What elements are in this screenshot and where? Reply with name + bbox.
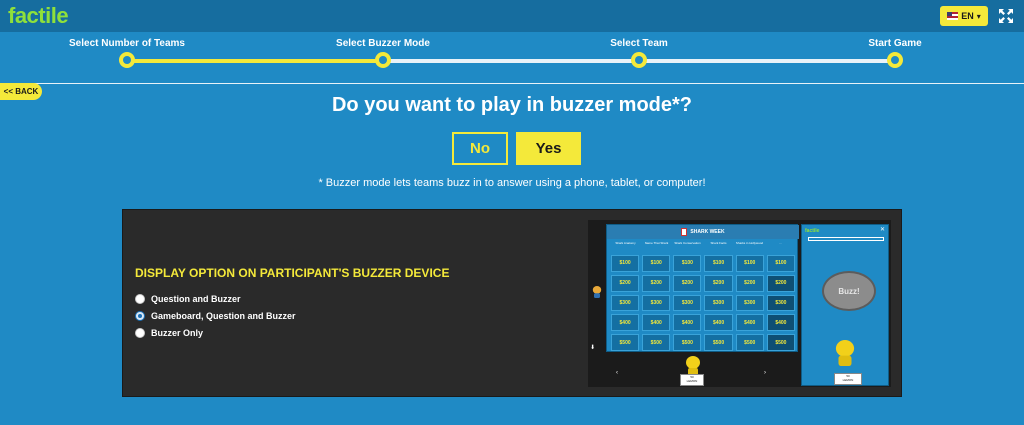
step-label-team: Select Team	[610, 38, 668, 49]
board-cell: $100	[673, 255, 702, 272]
board-cell: $400	[673, 314, 702, 332]
option-label: Gameboard, Question and Buzzer	[151, 311, 296, 321]
progress-track-completed	[127, 59, 383, 63]
close-icon: ✕	[879, 227, 885, 233]
step-dot-teams[interactable]	[119, 52, 135, 68]
board-cell: $500	[611, 334, 640, 351]
board-cell: $400	[735, 314, 764, 332]
board-cell: $500	[673, 334, 702, 351]
board-cell: $200	[735, 274, 764, 292]
step-label-teams: Select Number of Teams	[69, 38, 185, 49]
step-label-buzzer-mode: Select Buzzer Mode	[336, 38, 430, 49]
board-cell: $300	[642, 294, 671, 312]
yes-button[interactable]: Yes	[516, 132, 581, 165]
board-cell: $400	[611, 314, 640, 332]
board-cell: $200	[642, 274, 671, 292]
step-dot-team[interactable]	[631, 52, 647, 68]
option-label: Buzzer Only	[151, 328, 204, 338]
board-category: Name That Shark	[644, 241, 669, 245]
display-option-title: DISPLAY OPTION ON PARTICIPANT'S BUZZER D…	[135, 266, 450, 280]
board-category: ...	[779, 241, 782, 245]
team-tag: 50 LEMON	[834, 373, 862, 385]
chevron-down-icon: ▾	[976, 11, 981, 21]
buzz-button: Buzz!	[822, 271, 876, 311]
team-mascot-icon	[684, 356, 702, 376]
radio-question-and-buzzer[interactable]	[135, 294, 145, 304]
buzzer-preview-image: ⬇ SHARK WEEK Shark Anatomy Name That Sha…	[588, 220, 891, 387]
board-header: SHARK WEEK	[607, 225, 799, 239]
factile-logo[interactable]: factile	[8, 3, 69, 29]
team-name: LEMON	[842, 378, 854, 382]
board-cell: $300	[735, 294, 764, 312]
option-gameboard-question-buzzer[interactable]: Gameboard, Question and Buzzer	[135, 311, 296, 321]
board-cell: $200	[704, 274, 733, 292]
preview-buzzer-panel: factile ✕ Buzz! 50 LEMON	[801, 224, 889, 386]
team-name: LEMON	[686, 379, 698, 383]
board-title: SHARK WEEK	[690, 229, 725, 235]
chevron-right-icon: ›	[764, 370, 766, 376]
step-label-start-game: Start Game	[868, 38, 922, 49]
step-dot-buzzer-mode[interactable]	[375, 52, 391, 68]
team-mascot-icon	[833, 340, 856, 366]
team-mascot-icon	[592, 286, 603, 298]
chevron-left-icon: ‹	[616, 370, 618, 376]
board-cell: $300	[766, 294, 795, 312]
board-cell: $500	[642, 334, 671, 351]
download-icon: ⬇	[590, 345, 596, 351]
us-flag-icon	[947, 12, 959, 20]
board-cell: $200	[673, 274, 702, 292]
board-cell: $100	[735, 255, 764, 272]
option-label: Question and Buzzer	[151, 294, 241, 304]
board-grid: $100 $100 $100 $100 $100 $100 $200 $200 $200 $200…	[611, 255, 795, 351]
preview-gameboard: SHARK WEEK Shark Anatomy Name That Shark…	[606, 224, 799, 352]
language-selector[interactable]: EN ▾	[940, 6, 988, 26]
board-cell: $500	[704, 334, 733, 351]
board-category: Shark Anatomy	[615, 241, 636, 245]
page-question: Do you want to play in buzzer mode*?	[331, 94, 693, 116]
board-category: Shark Conservation	[674, 241, 701, 245]
board-category: Shark Facts	[710, 241, 727, 245]
radio-gameboard-question-buzzer[interactable]	[135, 311, 145, 321]
board-cell: $100	[766, 255, 795, 272]
board-category: Sharks in Hollywood	[735, 241, 764, 245]
board-cell: $100	[642, 255, 671, 272]
display-option-panel: DISPLAY OPTION ON PARTICIPANT'S BUZZER D…	[122, 209, 902, 397]
board-cell: $300	[704, 294, 733, 312]
board-cell: $500	[766, 334, 795, 351]
board-cell: $400	[766, 314, 795, 332]
language-label: EN	[961, 11, 974, 21]
board-cell: $100	[611, 255, 640, 272]
top-bar: factile EN ▾	[0, 0, 1024, 32]
radio-buzzer-only[interactable]	[135, 328, 145, 338]
board-cell: $200	[611, 274, 640, 292]
option-question-and-buzzer[interactable]: Question and Buzzer	[135, 294, 241, 304]
board-title-icon	[681, 228, 688, 236]
board-categories: Shark Anatomy Name That Shark Shark Cons…	[611, 241, 795, 253]
board-cell: $300	[611, 294, 640, 312]
fullscreen-icon[interactable]	[998, 8, 1014, 24]
divider	[0, 83, 1024, 84]
team-tag: 50 LEMON	[680, 374, 704, 386]
option-buzzer-only[interactable]: Buzzer Only	[135, 328, 203, 338]
buzzer-input-bar	[808, 237, 884, 241]
board-cell: $200	[766, 274, 795, 292]
board-cell: $400	[642, 314, 671, 332]
progress-stepper: Select Number of Teams Select Buzzer Mod…	[0, 32, 1024, 84]
board-cell: $300	[673, 294, 702, 312]
board-cell: $100	[704, 255, 733, 272]
buzzer-mode-note: * Buzzer mode lets teams buzz in to answ…	[318, 177, 706, 189]
step-dot-start-game[interactable]	[887, 52, 903, 68]
buzzer-logo: factile	[805, 228, 820, 234]
board-cell: $400	[704, 314, 733, 332]
board-cell: $500	[735, 334, 764, 351]
no-button[interactable]: No	[452, 132, 508, 165]
